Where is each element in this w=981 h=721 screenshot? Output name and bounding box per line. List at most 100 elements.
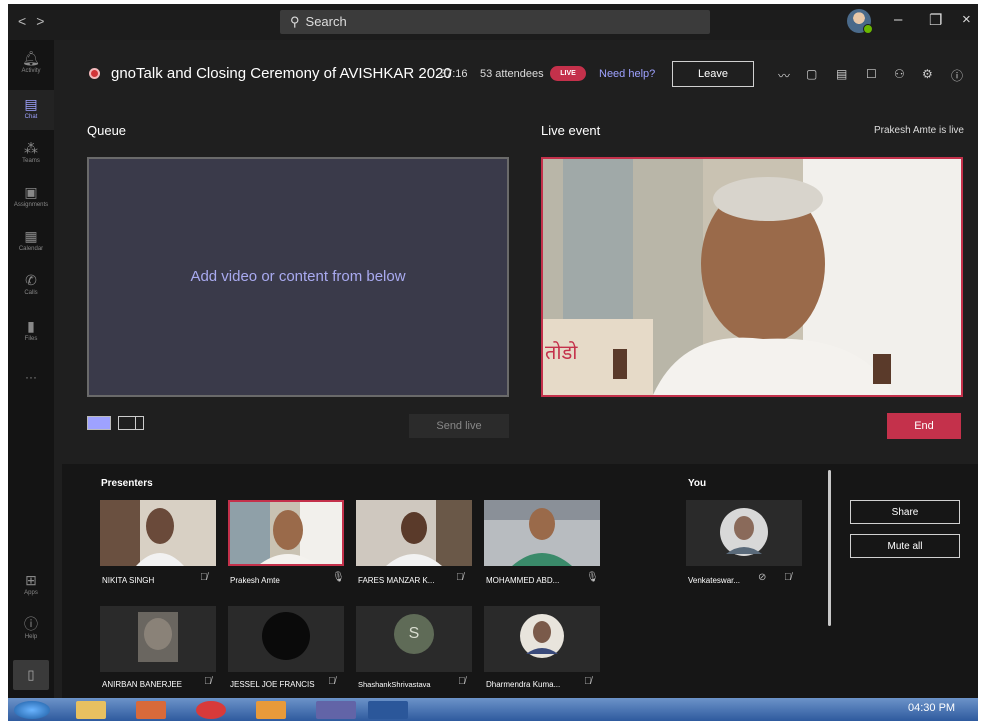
presenter-tile-active[interactable] bbox=[228, 500, 344, 566]
presenters-heading: Presenters bbox=[101, 478, 153, 489]
word-taskbar-icon[interactable] bbox=[368, 701, 408, 719]
search-placeholder: Search bbox=[305, 14, 347, 29]
rail-item-calendar[interactable]: ▦ Calendar bbox=[8, 228, 54, 264]
rail-item-help[interactable]: ⓘ Help bbox=[8, 616, 54, 652]
presenter-avatar bbox=[484, 606, 600, 672]
mic-off-icon: 🎙̸ bbox=[784, 572, 792, 583]
meeting-title: gnoTalk and Closing Ceremony of AVISHKAR… bbox=[111, 65, 452, 82]
calendar-icon: ▦ bbox=[24, 228, 38, 244]
layout-split-icon[interactable] bbox=[118, 416, 144, 430]
attendee-count: 53 attendees bbox=[480, 68, 544, 80]
presenter-name: Dharmendra Kuma... bbox=[486, 680, 561, 689]
teams-taskbar-icon[interactable] bbox=[316, 701, 356, 719]
send-live-button[interactable]: Send live bbox=[409, 414, 509, 438]
live-video-feed: तोडो bbox=[541, 157, 963, 397]
presenter-tile[interactable] bbox=[484, 500, 600, 566]
rail-item-assignments[interactable]: ▣ Assignments bbox=[8, 184, 54, 220]
mic-off-icon: 🎙̸ bbox=[458, 676, 466, 687]
presenter-name: Prakesh Amte bbox=[230, 576, 280, 585]
svg-text:तोडो: तोडो bbox=[545, 340, 578, 364]
recording-indicator-icon bbox=[89, 68, 100, 79]
end-button[interactable]: End bbox=[887, 413, 961, 439]
settings-gear-icon[interactable]: ⚙ bbox=[922, 67, 933, 81]
firefox-taskbar-icon[interactable] bbox=[256, 701, 286, 719]
taskbar-clock: 04:30 PM bbox=[908, 702, 956, 714]
queue-placeholder: Add video or content from below bbox=[190, 268, 406, 285]
explorer-taskbar-icon[interactable] bbox=[76, 701, 106, 719]
presenter-avatar bbox=[100, 606, 216, 672]
presenter-name: ANIRBAN BANERJEE bbox=[102, 680, 183, 689]
presenter-name: MOHAMMED ABD... bbox=[486, 576, 560, 585]
queue-stage[interactable]: Add video or content from below bbox=[87, 157, 509, 397]
close-button[interactable]: × bbox=[962, 11, 971, 28]
more-apps-button[interactable]: ··· bbox=[8, 370, 54, 390]
rail-item-files[interactable]: ▮ Files bbox=[8, 318, 54, 354]
you-heading: You bbox=[688, 478, 707, 489]
apps-icon: ⊞ bbox=[25, 572, 37, 588]
rail-item-chat[interactable]: ▤ Chat bbox=[8, 90, 54, 130]
back-arrow-icon[interactable]: < bbox=[18, 13, 36, 29]
self-name: Venkateswar... bbox=[688, 576, 741, 585]
file-icon: ▮ bbox=[27, 318, 35, 334]
search-icon: ⚲ bbox=[290, 14, 300, 29]
camera-off-icon: ⊘ bbox=[758, 572, 767, 583]
chat-icon: ▤ bbox=[24, 96, 38, 112]
presenter-video bbox=[100, 500, 216, 566]
presenter-video bbox=[356, 500, 472, 566]
mic-off-icon: 🎙̸ bbox=[328, 676, 336, 687]
presenter-tile[interactable] bbox=[484, 606, 600, 672]
mic-on-icon: 🎙 bbox=[332, 572, 345, 583]
assignments-icon: ▣ bbox=[24, 184, 38, 200]
presenter-tile[interactable] bbox=[100, 606, 216, 672]
share-button[interactable]: Share bbox=[850, 500, 960, 524]
chat-panel-icon[interactable]: ☐ bbox=[866, 67, 877, 81]
presenter-tile[interactable] bbox=[100, 500, 216, 566]
meeting-header: gnoTalk and Closing Ceremony of AVISHKAR… bbox=[54, 40, 978, 108]
profile-avatar[interactable] bbox=[847, 9, 873, 34]
speaker-video-image: तोडो bbox=[543, 159, 961, 395]
rail-item-calls[interactable]: ✆ Calls bbox=[8, 272, 54, 308]
search-input[interactable]: ⚲ Search bbox=[280, 10, 710, 34]
presenter-name: FARES MANZAR K... bbox=[358, 576, 435, 585]
mic-off-icon: 🎙̸ bbox=[456, 572, 464, 583]
queue-heading: Queue bbox=[87, 123, 127, 138]
presenter-name: ShashankShrivastava bbox=[358, 680, 431, 689]
forward-arrow-icon[interactable]: > bbox=[36, 13, 54, 29]
presenter-tile[interactable] bbox=[356, 500, 472, 566]
device-icon[interactable]: ▯ bbox=[13, 660, 49, 690]
self-avatar bbox=[686, 500, 802, 566]
presenter-video bbox=[484, 500, 600, 566]
start-button[interactable] bbox=[14, 701, 50, 719]
maximize-button[interactable]: ❐ bbox=[929, 11, 942, 29]
participants-icon[interactable]: ⚇ bbox=[894, 67, 905, 81]
rail-item-activity[interactable]: 🔔︎ Activity bbox=[8, 50, 54, 86]
rail-item-apps[interactable]: ⊞ Apps bbox=[8, 572, 54, 608]
info-icon[interactable]: ⓘ bbox=[951, 67, 963, 84]
live-badge: LIVE bbox=[550, 66, 586, 81]
participants-panel: Presenters NIKITA SINGH 🎙̸ Prakesh Amte … bbox=[62, 464, 978, 698]
mic-off-icon: 🎙̸ bbox=[584, 676, 592, 687]
mute-all-button[interactable]: Mute all bbox=[850, 534, 960, 558]
rail-item-teams[interactable]: ⁂ Teams bbox=[8, 140, 54, 176]
app-taskbar-icon[interactable] bbox=[136, 701, 166, 719]
need-help-link[interactable]: Need help? bbox=[599, 68, 655, 80]
self-tile[interactable] bbox=[686, 500, 802, 566]
live-event-heading: Live event bbox=[541, 123, 601, 138]
notes-icon[interactable]: ▤ bbox=[836, 67, 847, 81]
mic-off-icon: 🎙̸ bbox=[200, 572, 208, 583]
layout-single-icon[interactable] bbox=[87, 416, 111, 430]
mic-off-icon: 🎙̸ bbox=[204, 676, 212, 687]
windows-taskbar: 04:30 PM bbox=[8, 698, 978, 721]
health-icon[interactable]: 〰 bbox=[778, 67, 790, 84]
qna-icon[interactable]: ▢ bbox=[806, 67, 817, 81]
presenter-name: NIKITA SINGH bbox=[102, 576, 155, 585]
presenter-tile[interactable] bbox=[228, 606, 344, 672]
presenter-tile[interactable]: S bbox=[356, 606, 472, 672]
presenter-name: JESSEL JOE FRANCIS bbox=[230, 680, 315, 689]
chrome-taskbar-icon[interactable] bbox=[196, 701, 226, 719]
minimize-button[interactable]: – bbox=[894, 11, 902, 28]
teams-icon: ⁂ bbox=[24, 140, 38, 156]
panel-scrollbar[interactable] bbox=[828, 470, 831, 626]
phone-icon: ✆ bbox=[25, 272, 37, 288]
leave-button[interactable]: Leave bbox=[672, 61, 754, 87]
